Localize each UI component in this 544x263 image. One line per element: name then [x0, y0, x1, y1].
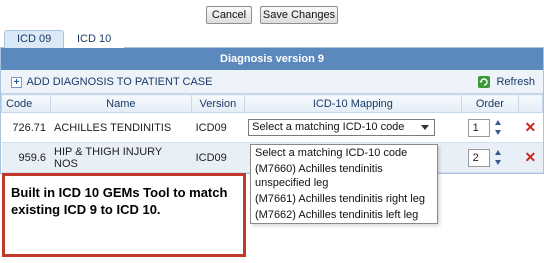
cell-code: 726.71: [1, 112, 51, 143]
refresh-label: Refresh: [496, 76, 535, 88]
cell-name: HIP & THIGH INJURY NOS: [50, 142, 192, 173]
chevron-down-icon: [421, 125, 430, 130]
version-tabs: ICD 09 ICD 10: [0, 28, 544, 49]
order-input[interactable]: 2: [467, 148, 490, 167]
cell-version: ICD09: [191, 142, 245, 173]
tab-icd-10[interactable]: ICD 10: [64, 30, 125, 48]
cancel-button[interactable]: Cancel: [206, 6, 252, 24]
column-header-order[interactable]: Order: [461, 94, 519, 113]
refresh-button[interactable]: Refresh: [478, 75, 535, 89]
order-stepper[interactable]: 2: [466, 148, 510, 167]
dropdown-option[interactable]: (M7662) Achilles tendinitis left leg: [251, 207, 437, 223]
cell-delete: ✕: [518, 142, 543, 173]
cell-code: 959.6: [1, 142, 51, 173]
cell-mapping: Select a matching ICD-10 code: [244, 112, 462, 143]
column-header-version[interactable]: Version: [191, 94, 245, 113]
cell-order: 2: [461, 142, 519, 173]
table-row: 726.71 ACHILLES TENDINITIS ICD09 Select …: [1, 112, 543, 143]
cell-version: ICD09: [191, 112, 245, 143]
icd10-mapping-select[interactable]: Select a matching ICD-10 code: [248, 119, 436, 136]
dropdown-option[interactable]: (M7661) Achilles tendinitis right leg: [251, 191, 437, 207]
column-header-code[interactable]: Code: [1, 94, 51, 113]
arrow-up-icon[interactable]: [494, 149, 501, 155]
select-value: Select a matching ICD-10 code: [252, 121, 405, 133]
arrow-down-icon[interactable]: [494, 129, 501, 135]
arrow-up-icon[interactable]: [494, 119, 501, 125]
order-stepper[interactable]: 1: [466, 118, 510, 137]
tab-icd-09[interactable]: ICD 09: [4, 30, 65, 49]
order-input[interactable]: 1: [467, 118, 490, 137]
save-changes-button[interactable]: Save Changes: [260, 6, 338, 24]
annotation-callout: Built in ICD 10 GEMs Tool to match exist…: [2, 173, 246, 257]
cell-delete: ✕: [518, 112, 543, 143]
delete-icon[interactable]: ✕: [524, 119, 536, 135]
refresh-icon: [478, 76, 491, 89]
column-header-name[interactable]: Name: [49, 94, 193, 113]
action-bar: + ADD DIAGNOSIS TO PATIENT CASE Refresh: [1, 70, 543, 94]
icd10-mapping-dropdown-list: Select a matching ICD-10 code (M7660) Ac…: [250, 144, 438, 224]
panel-title: Diagnosis version 9: [1, 48, 543, 70]
add-diagnosis-button[interactable]: + ADD DIAGNOSIS TO PATIENT CASE: [11, 75, 212, 89]
delete-icon[interactable]: ✕: [524, 149, 536, 165]
plus-icon: +: [11, 76, 22, 88]
dropdown-option[interactable]: Select a matching ICD-10 code: [251, 145, 437, 161]
column-header-delete: [517, 94, 544, 113]
arrow-down-icon[interactable]: [494, 159, 501, 165]
dropdown-option[interactable]: (M7660) Achilles tendinitis unspecified …: [251, 161, 437, 191]
table-header-row: Code Name Version ICD-10 Mapping Order: [1, 94, 544, 113]
cell-order: 1: [461, 112, 519, 143]
top-toolbar: Cancel Save Changes: [0, 0, 544, 28]
cell-name: ACHILLES TENDINITIS: [50, 112, 192, 143]
column-header-icd10-mapping[interactable]: ICD-10 Mapping: [243, 94, 463, 113]
add-diagnosis-label: ADD DIAGNOSIS TO PATIENT CASE: [26, 76, 213, 88]
